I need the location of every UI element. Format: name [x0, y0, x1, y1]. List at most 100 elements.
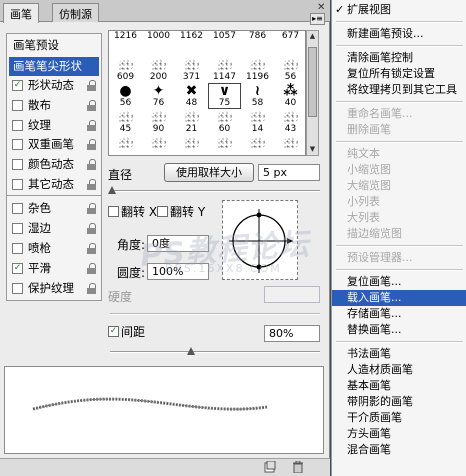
brush-tip[interactable]: ✦ 76: [142, 83, 175, 109]
option-checkbox[interactable]: [12, 179, 23, 190]
brush-tip[interactable]: 14: [241, 109, 274, 135]
option-item[interactable]: 杂色: [9, 199, 99, 218]
diameter-slider[interactable]: [110, 190, 320, 192]
scrollbar-thumb[interactable]: [308, 47, 317, 117]
option-checkbox[interactable]: ✓: [12, 263, 23, 274]
diameter-field[interactable]: 5 px: [258, 164, 320, 181]
option-item[interactable]: 散布: [9, 96, 99, 115]
brush-tip[interactable]: [175, 135, 208, 155]
brush-tip[interactable]: 1000: [142, 31, 175, 57]
brush-tip[interactable]: ● 56: [109, 83, 142, 109]
option-checkbox[interactable]: [12, 100, 23, 111]
brush-tip[interactable]: [241, 135, 274, 155]
brush-tip[interactable]: 21: [175, 109, 208, 135]
tab-clone-source[interactable]: 仿制源: [52, 3, 99, 22]
option-checkbox[interactable]: [12, 243, 23, 254]
menu-item[interactable]: 复位画笔...: [332, 274, 466, 290]
brush-tip[interactable]: 1057: [208, 31, 241, 57]
scroll-down-icon[interactable]: ▼: [308, 145, 317, 154]
option-item[interactable]: 画笔笔尖形状: [9, 57, 99, 76]
option-item[interactable]: 双重画笔: [9, 135, 99, 154]
flip-y-checkbox[interactable]: [157, 206, 168, 217]
lock-icon[interactable]: [87, 263, 96, 274]
menu-item[interactable]: 复位所有锁定设置: [332, 66, 466, 82]
brush-tip[interactable]: 786: [241, 31, 274, 57]
brush-tip[interactable]: 60: [208, 109, 241, 135]
lock-icon[interactable]: [87, 283, 96, 294]
lock-icon[interactable]: [87, 203, 96, 214]
new-preset-icon[interactable]: [264, 460, 276, 473]
spacing-slider[interactable]: [110, 351, 320, 353]
brush-tip[interactable]: 56: [274, 57, 305, 83]
option-checkbox[interactable]: [12, 283, 23, 294]
menu-item[interactable]: 将纹理拷贝到其它工具: [332, 82, 466, 98]
option-item[interactable]: 颜色动态: [9, 155, 99, 174]
menu-item[interactable]: ✓ 扩展视图: [332, 2, 466, 18]
diameter-slider-thumb[interactable]: [108, 186, 117, 195]
menu-item[interactable]: 存储画笔...: [332, 306, 466, 322]
menu-item[interactable]: 混合画笔: [332, 442, 466, 458]
spacing-slider-thumb[interactable]: [187, 347, 196, 356]
menu-item[interactable]: 载入画笔...: [332, 290, 466, 306]
option-checkbox[interactable]: [12, 223, 23, 234]
brush-tip[interactable]: ≀ 58: [241, 83, 274, 109]
brush-tip[interactable]: 1196: [241, 57, 274, 83]
option-item[interactable]: 保护纹理: [9, 279, 99, 298]
option-item[interactable]: 湿边: [9, 219, 99, 238]
close-panel-icon[interactable]: ✕: [317, 2, 325, 13]
option-checkbox[interactable]: [12, 159, 23, 170]
brush-tip[interactable]: 45: [109, 109, 142, 135]
flip-x-checkbox[interactable]: [108, 206, 119, 217]
brush-tip[interactable]: 1216: [109, 31, 142, 57]
lock-icon[interactable]: [87, 243, 96, 254]
brush-tip[interactable]: [142, 135, 175, 155]
use-sample-size-button[interactable]: 使用取样大小: [164, 163, 254, 182]
menu-item[interactable]: 清除画笔控制: [332, 50, 466, 66]
option-item[interactable]: ✓ 平滑: [9, 259, 99, 278]
angle-field[interactable]: 0度: [147, 235, 209, 252]
brush-tip[interactable]: 609: [109, 57, 142, 83]
brush-tip[interactable]: [274, 135, 305, 155]
option-item[interactable]: 喷枪: [9, 239, 99, 258]
option-checkbox[interactable]: [12, 203, 23, 214]
brush-tip[interactable]: [208, 135, 241, 155]
brush-tip[interactable]: ✖ 48: [175, 83, 208, 109]
menu-item[interactable]: 基本画笔: [332, 378, 466, 394]
menu-item[interactable]: 方头画笔: [332, 426, 466, 442]
option-checkbox[interactable]: [12, 120, 23, 131]
menu-item[interactable]: 新建画笔预设...: [332, 26, 466, 42]
brush-grid-scrollbar[interactable]: ▲ ▼: [306, 30, 319, 156]
tab-brushes[interactable]: 画笔: [3, 3, 39, 23]
brush-tip[interactable]: [109, 135, 142, 155]
spacing-field[interactable]: 80%: [264, 325, 320, 342]
lock-icon[interactable]: [87, 179, 96, 190]
brush-tip[interactable]: 43: [274, 109, 305, 135]
brush-tip[interactable]: 677: [274, 31, 305, 57]
option-checkbox[interactable]: ✓: [12, 80, 23, 91]
brush-tip[interactable]: 1162: [175, 31, 208, 57]
brush-tip[interactable]: 90: [142, 109, 175, 135]
menu-item[interactable]: 书法画笔: [332, 346, 466, 362]
brush-tip[interactable]: 200: [142, 57, 175, 83]
panel-menu-button[interactable]: ▸≡: [310, 13, 325, 25]
brush-tip[interactable]: ⁂ 40: [274, 83, 305, 109]
spacing-checkbox[interactable]: ✓: [108, 326, 119, 337]
trash-icon[interactable]: [292, 460, 304, 474]
angle-roundness-widget[interactable]: [222, 200, 298, 280]
option-item[interactable]: 纹理: [9, 116, 99, 135]
option-item[interactable]: 其它动态: [9, 175, 99, 194]
lock-icon[interactable]: [87, 223, 96, 234]
option-checkbox[interactable]: [12, 139, 23, 150]
menu-item[interactable]: 人造材质画笔: [332, 362, 466, 378]
lock-icon[interactable]: [87, 159, 96, 170]
roundness-field[interactable]: 100%: [147, 263, 209, 280]
brush-tip[interactable]: 371: [175, 57, 208, 83]
brush-tip[interactable]: ∨ 75: [208, 83, 241, 109]
option-item[interactable]: ✓ 形状动态: [9, 76, 99, 95]
scroll-up-icon[interactable]: ▲: [308, 32, 317, 41]
menu-item[interactable]: 带阴影的画笔: [332, 394, 466, 410]
lock-icon[interactable]: [87, 120, 96, 131]
lock-icon[interactable]: [87, 80, 96, 91]
lock-icon[interactable]: [87, 100, 96, 111]
lock-icon[interactable]: [87, 139, 96, 150]
